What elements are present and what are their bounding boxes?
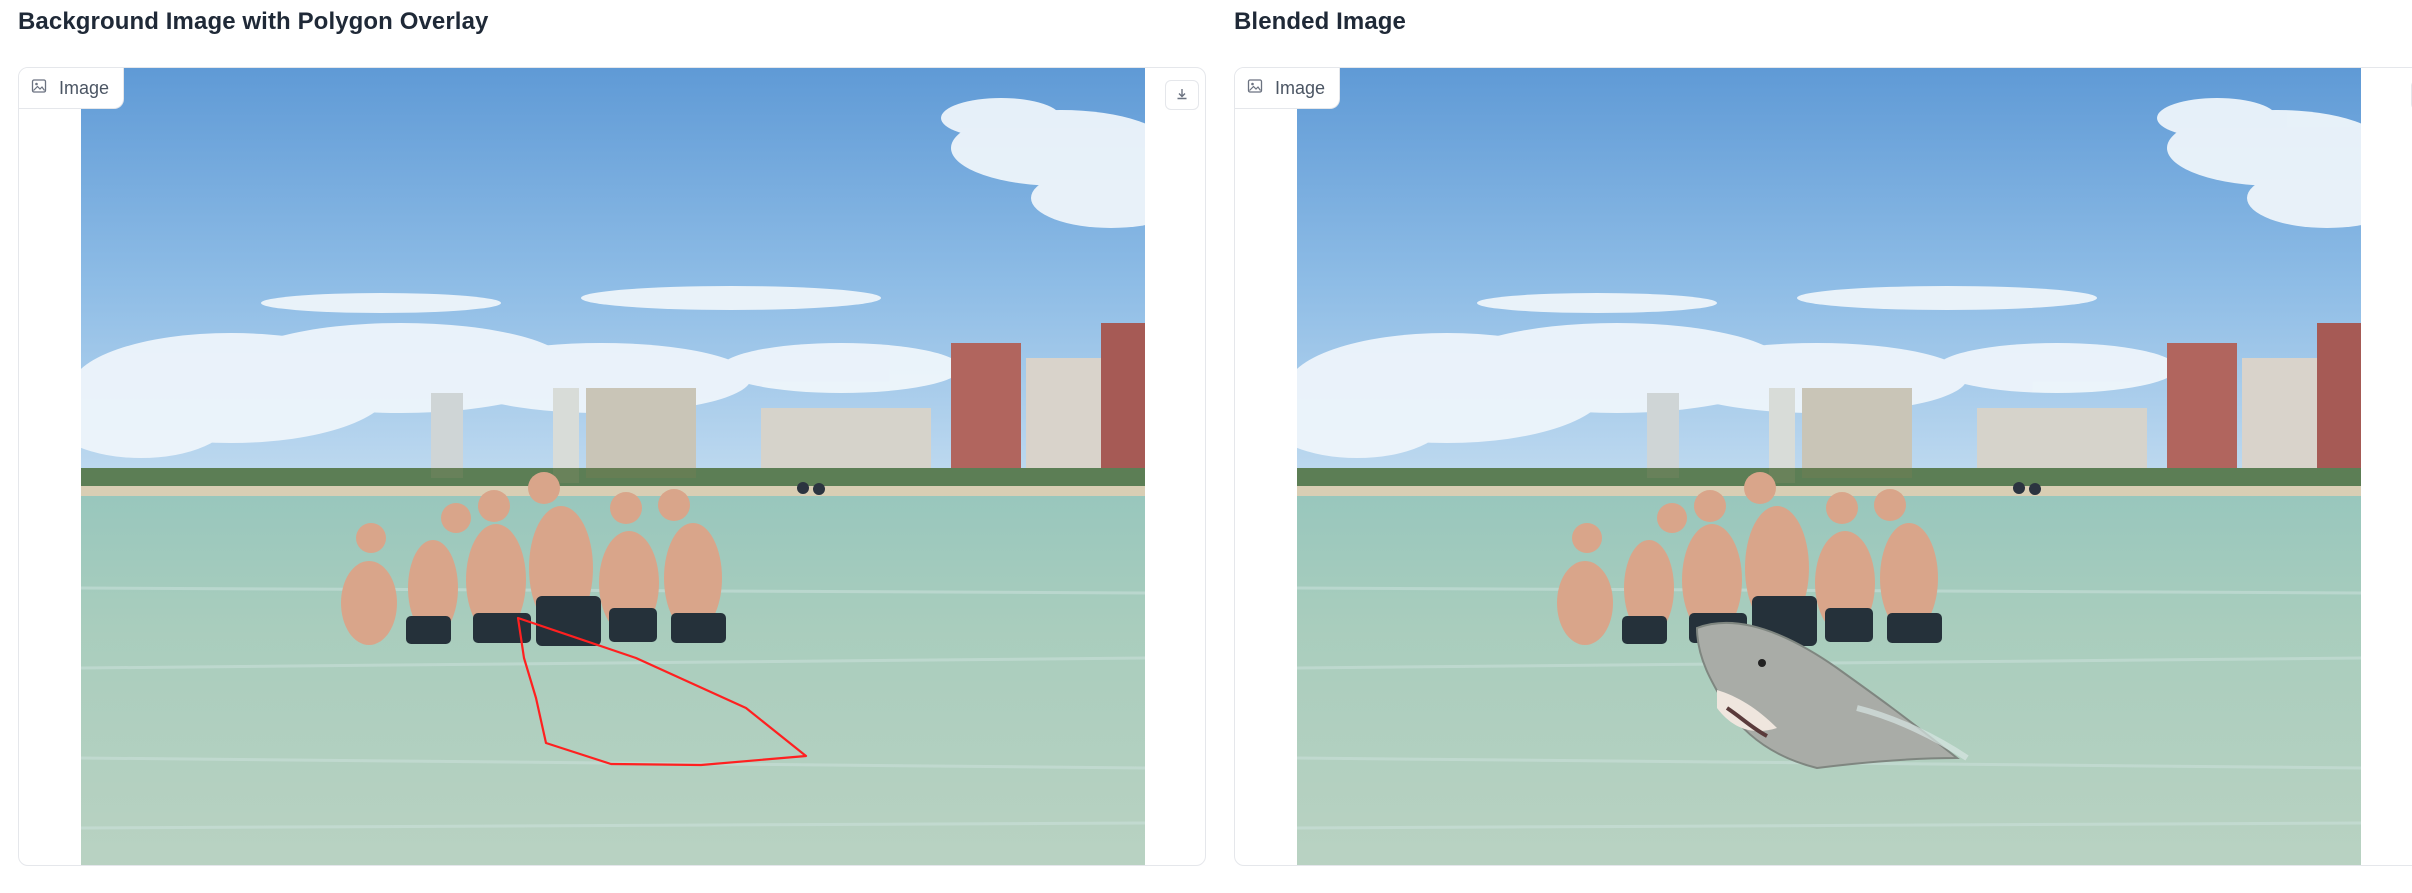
image-label: Image: [1275, 77, 1326, 98]
image-label: Image: [59, 77, 110, 98]
beach-photo: [81, 68, 1145, 865]
panel-blended-image: Blended Image Image: [1216, 0, 2412, 893]
panel-title: Blended Image: [1234, 8, 1407, 35]
blended-photo: [1297, 68, 2361, 865]
download-icon: [1175, 87, 1189, 104]
image-container: Image: [18, 67, 1206, 866]
image-label-chip: Image: [19, 68, 125, 109]
panel-title: Background Image with Polygon Overlay: [18, 8, 489, 35]
image-icon: [31, 78, 47, 99]
download-button[interactable]: [1165, 80, 1199, 110]
panel-polygon-overlay: Background Image with Polygon Overlay Im…: [0, 0, 1216, 893]
image-container: Image: [1234, 67, 2412, 866]
image-label-chip: Image: [1235, 68, 1341, 109]
image-icon: [1247, 78, 1263, 99]
